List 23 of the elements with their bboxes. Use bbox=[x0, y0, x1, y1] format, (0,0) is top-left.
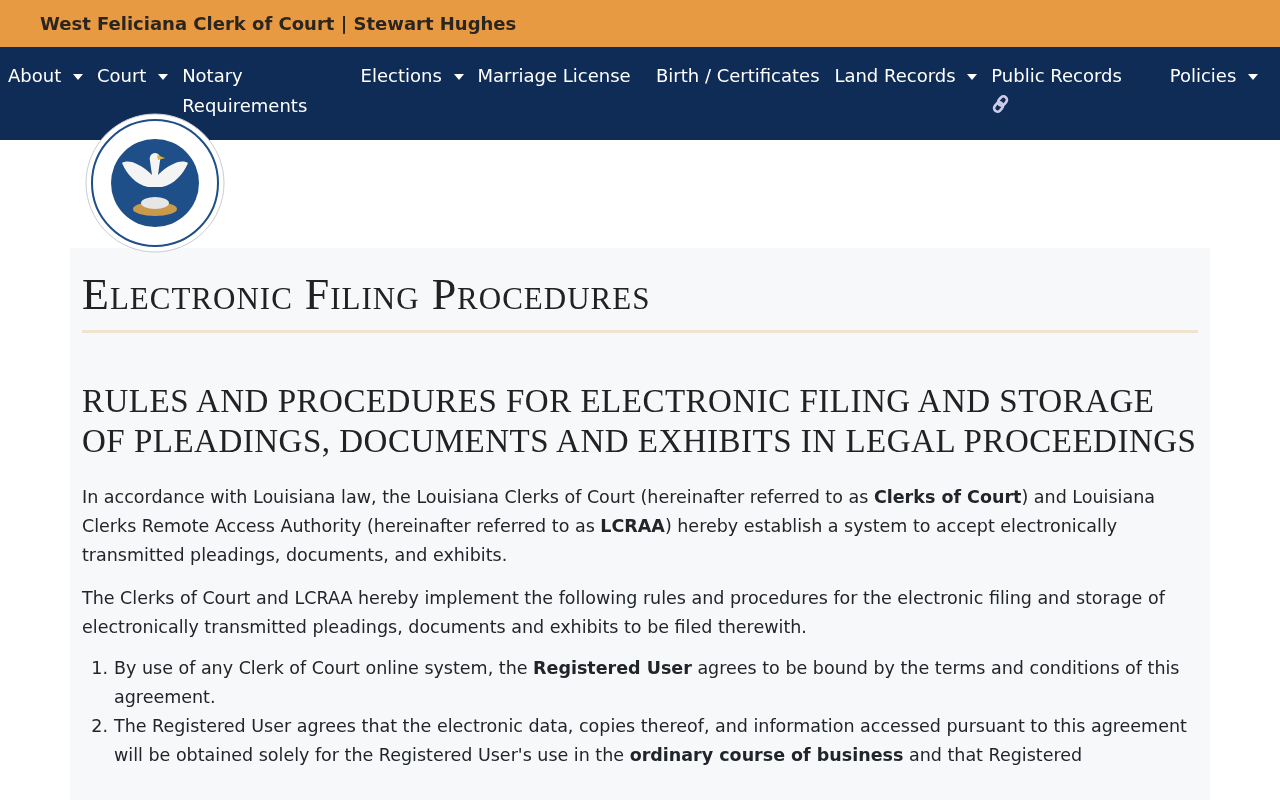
nav-link[interactable]: Land Records bbox=[834, 61, 992, 91]
nav-link[interactable]: Public Records bbox=[991, 61, 1170, 114]
nav-link[interactable]: Elections bbox=[360, 61, 478, 91]
list-item-text: The Registered User agrees that the electronic data, copies thereof, and information accessed pursuant to this agreement will be obtained solely for the Registered User's use in the ordinary course of business and that Registered bbox=[114, 715, 1188, 767]
nav-link[interactable]: Birth / Certificates bbox=[655, 61, 835, 91]
caret-icon bbox=[158, 74, 169, 80]
page-title: Electronic Filing Procedures bbox=[82, 270, 652, 320]
nav-link[interactable]: Notary Requirements bbox=[182, 61, 361, 121]
list-item-text: By use of any Clerk of Court online system, the Registered User agrees to be bound by the terms and conditions of this agreement. bbox=[114, 657, 1181, 709]
nav-link[interactable]: About bbox=[8, 61, 97, 91]
nav-link[interactable]: Policies bbox=[1169, 61, 1273, 91]
nav-link[interactable]: Marriage License bbox=[477, 61, 656, 91]
nav-link[interactable]: Court bbox=[96, 61, 183, 91]
caret-icon bbox=[72, 74, 83, 80]
paragraph: The Clerks of Court and LCRAA hereby implement the following rules and procedures for the electronic filing and storage of electronically transmitted pleadings, documents and exhibits to be filed therewith. bbox=[82, 587, 1167, 639]
paragraph: In accordance with Louisiana law, the Louisiana Clerks of Court (hereinafter referred to as Clerks of Court) and Louisiana Clerks Remote Access Authority (hereinafter referred to as LCRAA) hereby establish a system to accept electronically transmitted pleadings, documents, and exhibits. bbox=[82, 486, 1156, 567]
section-heading: RULES AND PROCEDURES FOR ELECTRONIC FILING AND STORAGE OF PLEADINGS, DOCUMENTS AND EXHIBITS IN LEGAL PROCEEDINGS bbox=[82, 382, 1198, 461]
caret-icon bbox=[453, 74, 464, 80]
caret-icon bbox=[967, 74, 978, 80]
list-number: 2. bbox=[90, 715, 108, 738]
site-title[interactable]: West Feliciana Clerk of Court | Stewart Hughes bbox=[40, 13, 517, 34]
list-number: 1. bbox=[90, 657, 108, 680]
caret-icon bbox=[1248, 74, 1259, 80]
